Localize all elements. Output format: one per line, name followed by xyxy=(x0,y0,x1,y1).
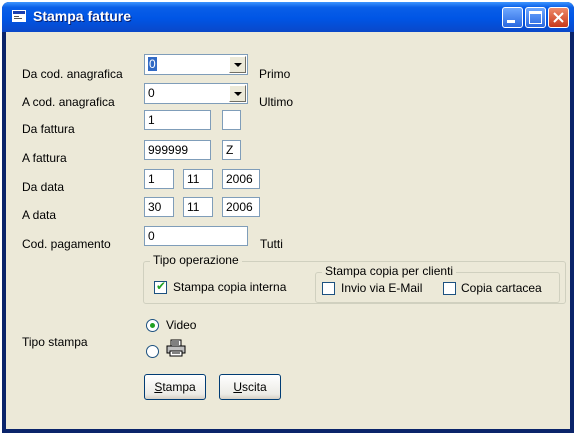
label-da-fattura: Da fattura xyxy=(22,122,75,136)
form-body: Da cod. anagrafica 0 Primo A cod. anagra… xyxy=(6,32,570,429)
stampa-copia-interna-label: Stampa copia interna xyxy=(173,280,287,294)
maximize-button[interactable] xyxy=(525,7,546,28)
da-data-day-input[interactable]: 1 xyxy=(144,169,174,189)
dropdown-arrow-icon[interactable] xyxy=(229,85,246,102)
label-a-data: A data xyxy=(22,208,57,222)
invio-email-checkbox[interactable] xyxy=(322,282,335,295)
da-data-year-input[interactable]: 2006 xyxy=(222,169,260,189)
uscita-rest: scita xyxy=(241,380,267,394)
title-bar[interactable]: Stampa fatture xyxy=(2,2,574,32)
dropdown-arrow-icon[interactable] xyxy=(229,56,246,73)
hint-tutti: Tutti xyxy=(260,237,283,251)
label-cod-pagamento: Cod. pagamento xyxy=(22,237,111,251)
da-data-month-input[interactable]: 11 xyxy=(183,169,213,189)
label-da-data: Da data xyxy=(22,180,65,194)
tipo-operazione-label: Tipo operazione xyxy=(150,253,242,267)
minimize-button[interactable] xyxy=(502,7,523,28)
da-fattura-input[interactable]: 1 xyxy=(144,110,211,130)
label-da-cod-anagrafica: Da cod. anagrafica xyxy=(22,67,123,81)
close-icon xyxy=(553,12,564,23)
a-fattura-input[interactable]: 999999 xyxy=(144,140,211,160)
printer-radio[interactable] xyxy=(146,345,159,358)
hint-ultimo: Ultimo xyxy=(259,95,294,109)
a-data-year-input[interactable]: 2006 xyxy=(222,197,260,217)
video-radio[interactable] xyxy=(146,319,159,332)
printer-icon xyxy=(166,339,186,357)
copia-cartacea-checkbox[interactable] xyxy=(443,282,456,295)
stampa-copia-clienti-label: Stampa copia per clienti xyxy=(322,264,457,278)
stampa-rest: tampa xyxy=(162,380,196,394)
da-cod-anagrafica-value: 0 xyxy=(148,57,157,71)
tipo-operazione-group: Tipo operazione Stampa copia interna Sta… xyxy=(143,253,566,304)
stampa-copia-clienti-group: Stampa copia per clienti Invio via E-Mai… xyxy=(315,264,560,303)
video-label: Video xyxy=(166,318,197,332)
hint-primo: Primo xyxy=(259,67,291,81)
a-data-day-input[interactable]: 30 xyxy=(144,197,174,217)
da-fattura-suffix-input[interactable] xyxy=(222,110,241,130)
label-tipo-stampa: Tipo stampa xyxy=(22,335,88,349)
maximize-icon xyxy=(529,11,542,24)
a-cod-anagrafica-combo[interactable]: 0 xyxy=(144,83,248,104)
stampa-copia-interna-checkbox[interactable] xyxy=(154,279,167,294)
close-button[interactable] xyxy=(548,7,569,28)
copia-cartacea-label: Copia cartacea xyxy=(461,281,542,295)
stampa-button[interactable]: Stampa xyxy=(144,374,206,400)
minimize-icon xyxy=(507,20,515,23)
a-data-month-input[interactable]: 11 xyxy=(183,197,213,217)
a-fattura-suffix-input[interactable]: Z xyxy=(222,140,241,160)
window: Stampa fatture Da cod. anagrafica 0 Prim… xyxy=(2,2,574,433)
label-a-fattura: A fattura xyxy=(22,151,67,165)
uscita-accel: U xyxy=(233,380,242,394)
window-title: Stampa fatture xyxy=(33,8,132,24)
app-icon xyxy=(12,10,26,22)
a-cod-anagrafica-value: 0 xyxy=(148,86,155,100)
da-cod-anagrafica-combo[interactable]: 0 xyxy=(144,54,248,75)
uscita-button[interactable]: Uscita xyxy=(219,374,281,400)
invio-email-label: Invio via E-Mail xyxy=(341,281,423,295)
label-a-cod-anagrafica: A cod. anagrafica xyxy=(22,95,115,109)
cod-pagamento-input[interactable]: 0 xyxy=(144,226,248,246)
